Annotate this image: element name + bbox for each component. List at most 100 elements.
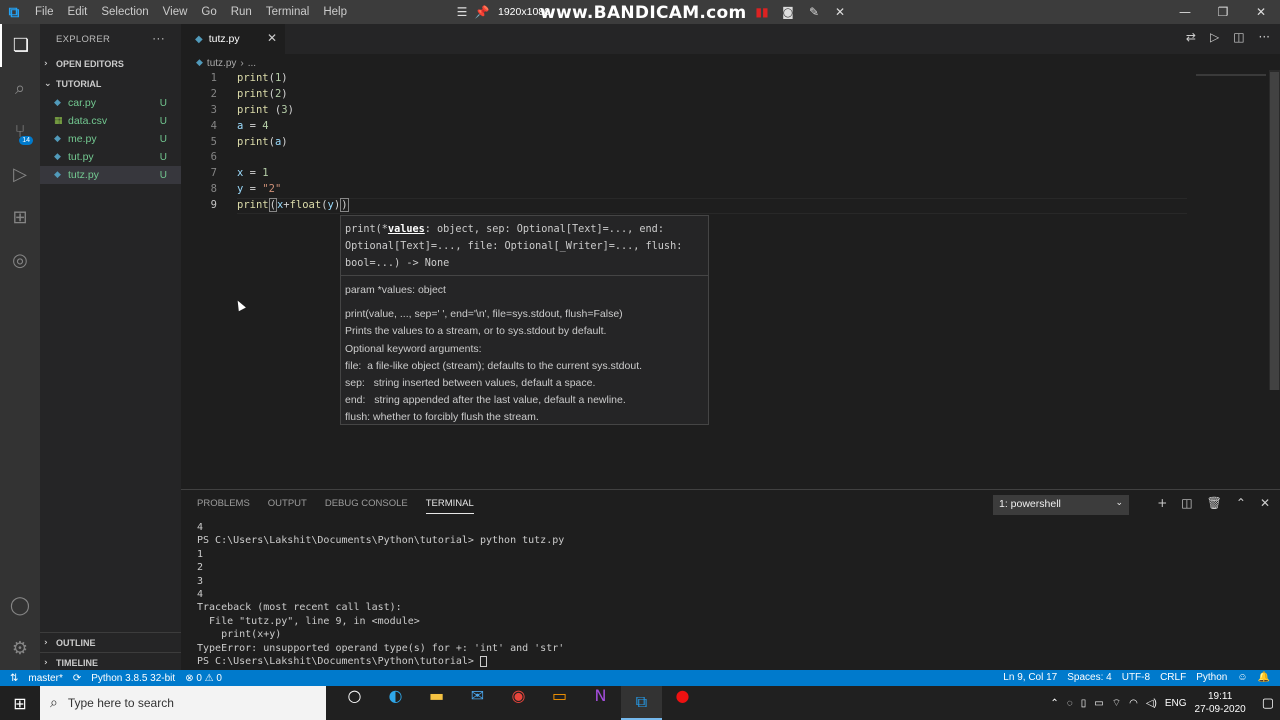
file-item[interactable]: ▦ data.csv U — [40, 112, 181, 130]
code-line: 2 print(2) — [181, 87, 1261, 103]
sync-icon[interactable]: ⟳ — [73, 673, 81, 684]
open-editors-label: OPEN EDITORS — [56, 59, 124, 69]
file-name: car.py — [68, 97, 97, 109]
restore-icon[interactable]: ❐ — [1204, 0, 1242, 24]
minimap[interactable] — [1196, 74, 1266, 76]
editor-scrollbar[interactable] — [1270, 72, 1279, 390]
tab-output[interactable]: OUTPUT — [268, 498, 307, 514]
sig-start: print(* — [345, 224, 388, 235]
cortana-icon[interactable]: ○ — [334, 686, 375, 720]
breadcrumb-file[interactable]: tutz.py — [207, 58, 236, 69]
extensions-icon[interactable]: ⊞ — [0, 196, 40, 239]
remote-explorer-icon[interactable]: ◎ — [0, 239, 40, 282]
account-icon[interactable]: ◯ — [0, 584, 40, 627]
file-explorer-icon[interactable]: ▬ — [416, 686, 457, 720]
terminal-select[interactable]: 1: powershell ⌄ — [993, 495, 1129, 515]
more-actions-icon[interactable]: ··· — [152, 31, 165, 45]
action-center-icon[interactable]: ▢ — [1262, 695, 1274, 711]
tray-chevron-icon[interactable]: ⌃ — [1050, 698, 1058, 709]
onenote-icon[interactable]: N — [580, 686, 621, 720]
file-item[interactable]: ◆ tut.py U — [40, 148, 181, 166]
source-control-icon[interactable]: ⑂ 14 — [0, 110, 40, 153]
code-editor[interactable]: 1 print(1) 2 print(2) 3 print (3) 4 a = 4 5 p… — [181, 71, 1261, 215]
menu-go[interactable]: Go — [194, 0, 223, 24]
menu-edit[interactable]: Edit — [61, 0, 95, 24]
tab-debug-console[interactable]: DEBUG CONSOLE — [325, 498, 408, 514]
run-debug-icon[interactable]: ▷ — [0, 153, 40, 196]
tab-problems[interactable]: PROBLEMS — [197, 498, 250, 514]
line-ending[interactable]: CRLF — [1160, 672, 1186, 683]
minimize-icon[interactable]: — — [1166, 0, 1204, 24]
outline-section[interactable]: › OUTLINE — [40, 632, 181, 652]
menu-view[interactable]: View — [156, 0, 195, 24]
tab-tutz-py[interactable]: ◆ tutz.py ✕ — [181, 24, 285, 54]
menu-file[interactable]: File — [28, 0, 61, 24]
menu-terminal[interactable]: Terminal — [259, 0, 316, 24]
clock[interactable]: 19:11 27-09-2020 — [1195, 690, 1246, 716]
line-number: 1 — [210, 72, 217, 84]
taskbar-search[interactable]: ⌕ Type here to search — [40, 686, 326, 720]
language-indicator[interactable]: ENG — [1165, 698, 1187, 709]
close-window-icon[interactable]: ✕ — [1242, 0, 1280, 24]
tutorial-folder[interactable]: ⌄ TUTORIAL — [40, 74, 181, 94]
mail-icon[interactable]: ✉ — [457, 686, 498, 720]
encoding[interactable]: UTF-8 — [1122, 672, 1150, 683]
language-mode[interactable]: Python — [1196, 672, 1227, 683]
open-editors-section[interactable]: › OPEN EDITORS — [40, 54, 181, 74]
remote-icon[interactable]: ⇅ — [10, 673, 18, 684]
notifications-icon[interactable]: 🔔 — [1258, 672, 1270, 683]
explorer-icon[interactable]: ❏ — [0, 24, 40, 67]
edge-icon[interactable]: ◐ — [375, 686, 416, 720]
camera-icon[interactable]: ◙ — [778, 5, 798, 19]
bandicam-icon[interactable]: ● — [662, 686, 703, 720]
battery-icon[interactable]: ▭ — [1094, 698, 1103, 709]
pencil-icon[interactable]: ✎ — [804, 5, 824, 19]
file-name: tutz.py — [68, 169, 99, 181]
tray-app-icon[interactable]: ◌ — [1067, 698, 1073, 709]
run-file-icon[interactable]: ▷ — [1210, 30, 1219, 44]
windows-start-icon[interactable]: ⊞ — [0, 694, 40, 713]
open-changes-icon[interactable]: ⇄ — [1186, 30, 1196, 44]
amazon-icon[interactable]: ▭ — [539, 686, 580, 720]
kill-terminal-icon[interactable]: 🗑 — [1207, 496, 1222, 510]
vscode-taskbar-icon[interactable]: ⧉ — [621, 686, 662, 720]
pin-icon[interactable]: 📌 — [472, 5, 492, 19]
indentation[interactable]: Spaces: 4 — [1067, 672, 1111, 683]
usb-icon[interactable]: ▯ — [1081, 698, 1087, 709]
terminal-output[interactable]: 4 PS C:\Users\Lakshit\Documents\Python\t… — [197, 521, 564, 668]
windows-taskbar: ⊞ ⌕ Type here to search ○ ◐ ▬ ✉ ◉ ▭ N ⧉ ●… — [0, 686, 1280, 720]
explorer-title: EXPLORER ··· — [40, 24, 181, 54]
file-item[interactable]: ◆ car.py U — [40, 94, 181, 112]
close-recorder-icon[interactable]: ✕ — [830, 5, 850, 19]
problems-count[interactable]: ⊗ 0 ⚠ 0 — [185, 673, 222, 684]
menu-icon[interactable]: ☰ — [452, 5, 472, 19]
more-actions-icon[interactable]: ··· — [1259, 30, 1270, 44]
new-terminal-icon[interactable]: + — [1157, 496, 1167, 510]
close-tab-icon[interactable]: ✕ — [267, 31, 277, 45]
close-panel-icon[interactable]: ✕ — [1260, 496, 1270, 510]
doc-line: end: string appended after the last valu… — [345, 394, 626, 407]
menu-selection[interactable]: Selection — [94, 0, 155, 24]
wifi-icon[interactable]: ◠ — [1129, 698, 1138, 709]
tab-terminal[interactable]: TERMINAL — [425, 498, 474, 514]
feedback-icon[interactable]: ☺ — [1237, 672, 1247, 683]
menu-help[interactable]: Help — [316, 0, 354, 24]
network-icon[interactable]: ⌔ — [1112, 697, 1121, 710]
git-branch[interactable]: master* — [28, 673, 62, 684]
timeline-section[interactable]: › TIMELINE — [40, 652, 181, 672]
chrome-icon[interactable]: ◉ — [498, 686, 539, 720]
python-interpreter[interactable]: Python 3.8.5 32-bit — [91, 673, 175, 684]
volume-icon[interactable]: ◁) — [1146, 698, 1157, 709]
pause-icon[interactable]: ▮▮ — [752, 5, 772, 19]
breadcrumb-symbols[interactable]: ... — [248, 58, 256, 69]
file-item-selected[interactable]: ◆ tutz.py U — [40, 166, 181, 184]
maximize-panel-icon[interactable]: ⌃ — [1236, 496, 1246, 510]
doc-line: flush: whether to forcibly flush the str… — [345, 411, 539, 424]
cursor-position[interactable]: Ln 9, Col 17 — [1003, 672, 1057, 683]
file-item[interactable]: ◆ me.py U — [40, 130, 181, 148]
split-editor-icon[interactable]: ◫ — [1233, 30, 1244, 44]
settings-gear-icon[interactable]: ⚙ — [0, 627, 40, 670]
search-icon[interactable]: ⌕ — [0, 67, 40, 110]
menu-run[interactable]: Run — [224, 0, 259, 24]
split-terminal-icon[interactable]: ◫ — [1181, 496, 1192, 510]
